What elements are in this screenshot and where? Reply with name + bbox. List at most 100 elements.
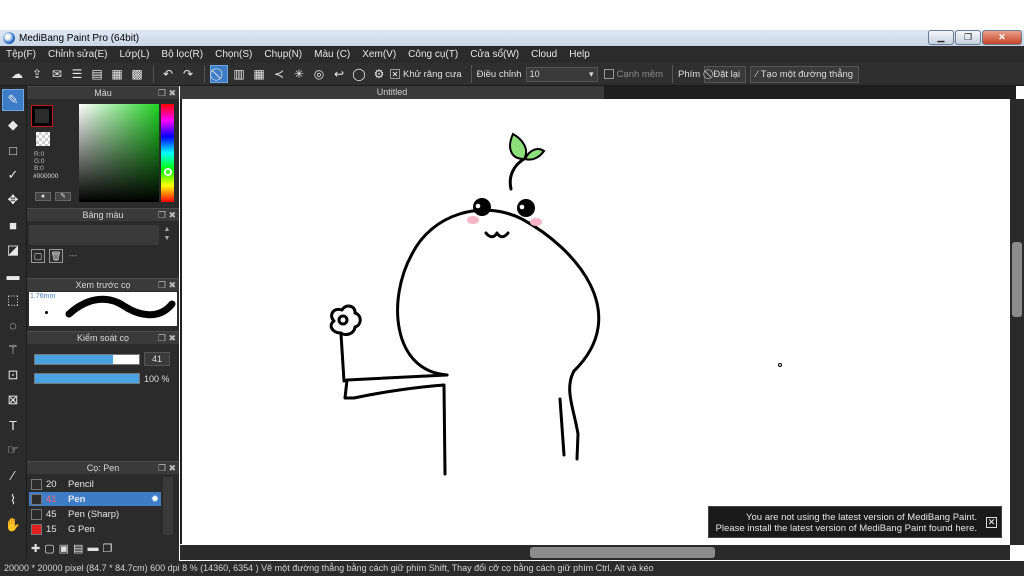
fill-rect-tool-icon[interactable]: ■ xyxy=(2,214,24,236)
menu-select[interactable]: Chọn(S) xyxy=(215,49,252,60)
brush-size-value[interactable]: 41 xyxy=(144,352,170,366)
message-icon[interactable]: ☰ xyxy=(68,65,86,83)
perspective-snap-icon[interactable]: ≺ xyxy=(270,65,288,83)
brush-list-item[interactable]: 15 G Pen xyxy=(29,522,161,536)
color-mode-button-2[interactable]: ✎ xyxy=(55,192,71,201)
brush-list-item[interactable]: 20 Pencil xyxy=(29,477,161,491)
menu-layer[interactable]: Lớp(L) xyxy=(120,49,150,60)
curve-snap-icon[interactable]: ↩ xyxy=(330,65,348,83)
update-notice[interactable]: You are not using the latest version of … xyxy=(708,506,1002,538)
soft-edge-checkbox[interactable] xyxy=(603,69,614,79)
menu-color[interactable]: Màu (C) xyxy=(314,49,350,60)
menu-window[interactable]: Cửa sổ(W) xyxy=(470,49,519,60)
brush-options-icon[interactable]: ▣ xyxy=(59,542,69,555)
undo-icon[interactable]: ↶ xyxy=(159,65,177,83)
divide-tool-icon[interactable]: ⁄ xyxy=(2,464,24,486)
gradient-tool-icon[interactable]: ▬ xyxy=(2,264,24,286)
horizontal-scrollbar[interactable] xyxy=(180,545,1010,560)
vertical-scrollbar[interactable] xyxy=(1010,99,1024,545)
palette-scroll-arrows[interactable]: ▲ ▼ xyxy=(161,225,173,245)
panel-window-icons[interactable]: ❐ ✖ xyxy=(158,209,176,221)
brush-list-item[interactable]: 45 Pen (Sharp) xyxy=(29,507,161,521)
reset-button-label: Đặt lại xyxy=(713,68,741,80)
background-color-swatch[interactable] xyxy=(36,132,50,146)
folder-icon[interactable]: ▬ xyxy=(87,542,98,554)
saturation-value-picker[interactable] xyxy=(79,104,159,202)
move-tool-icon[interactable]: ✥ xyxy=(2,189,24,211)
create-line-button[interactable]: ⁄ Tạo một đường thẳng xyxy=(750,65,860,83)
grid-snap-icon[interactable]: ▦ xyxy=(250,65,268,83)
panel-window-icons[interactable]: ❐ ✖ xyxy=(158,332,176,344)
comment-icon[interactable]: ✉ xyxy=(48,65,66,83)
snap-off-icon[interactable]: ⃠ xyxy=(210,65,228,83)
circle-snap-icon[interactable]: ◯ xyxy=(350,65,368,83)
lasso-tool-icon[interactable]: ◌ xyxy=(2,314,24,336)
brush-size-slider[interactable] xyxy=(34,354,140,365)
antialias-checkbox[interactable]: ✕ xyxy=(390,69,400,79)
concentric-snap-icon[interactable]: ◎ xyxy=(310,65,328,83)
vertical-scrollbar-thumb[interactable] xyxy=(1012,242,1022,317)
trash-icon[interactable]: 🗑 xyxy=(49,249,63,263)
grid-icon[interactable]: ▩ xyxy=(128,65,146,83)
new-brush-icon[interactable]: ▢ xyxy=(44,542,54,555)
brush-list-scrollbar[interactable] xyxy=(163,477,173,535)
add-brush-icon[interactable]: ✚ xyxy=(31,542,40,555)
drawing-canvas[interactable] xyxy=(182,99,1014,544)
radial-snap-icon[interactable]: ✳ xyxy=(290,65,308,83)
dot-tool-icon[interactable]: ✓ xyxy=(2,164,24,186)
brush-size-slider-fill xyxy=(35,355,113,364)
text-tool-icon[interactable]: T xyxy=(2,414,24,436)
hue-slider[interactable] xyxy=(161,104,174,202)
rectangle-tool-icon[interactable]: □ xyxy=(2,139,24,161)
panel-window-icons[interactable]: ❐ ✖ xyxy=(158,279,176,291)
palette-swatch-area[interactable] xyxy=(29,225,159,245)
foreground-color-swatch[interactable] xyxy=(31,105,53,127)
close-window-button[interactable]: ✕ xyxy=(982,30,1022,45)
cloud-upload-icon[interactable]: ☁ xyxy=(8,65,26,83)
new-palette-icon[interactable]: ▢ xyxy=(31,249,45,263)
app-root: MediBang Paint Pro (64bit) ▁ ❐ ✕ Tệp(F) … xyxy=(0,0,1024,576)
menu-cloud[interactable]: Cloud xyxy=(531,49,557,60)
menu-filter[interactable]: Bộ lọc(R) xyxy=(161,49,203,60)
hand-tool-icon[interactable]: ✋ xyxy=(2,514,24,536)
eraser-tool-icon[interactable]: ◆ xyxy=(2,114,24,136)
brush-list-panel-title: Cọ: Pen xyxy=(86,463,120,473)
document-icon[interactable]: ▤ xyxy=(88,65,106,83)
select-pen-tool-icon[interactable]: ⊡ xyxy=(2,364,24,386)
notice-close-icon[interactable]: ✕ xyxy=(986,517,997,528)
operation-tool-icon[interactable]: ☞ xyxy=(2,439,24,461)
brush-copy-icon[interactable]: ▤ xyxy=(73,542,83,555)
horizontal-scrollbar-thumb[interactable] xyxy=(530,547,715,558)
hue-slider-handle[interactable] xyxy=(164,168,172,176)
menu-view[interactable]: Xem(V) xyxy=(362,49,396,60)
tool-palette: ✎ ◆ □ ✓ ✥ ■ ◪ ▬ ⬚ ◌ ⚚ ⊡ ⊠ T ☞ ⁄ ⌇ ✋ xyxy=(0,86,27,561)
brush-list-item[interactable]: 41 Pen ✹ xyxy=(29,492,161,506)
select-eraser-tool-icon[interactable]: ⊠ xyxy=(2,389,24,411)
snap-settings-icon[interactable]: ⚙ xyxy=(370,65,388,83)
adjust-select[interactable]: 10 ▾ xyxy=(525,66,598,82)
brush-tool-icon[interactable]: ✎ xyxy=(2,89,24,111)
duplicate-icon[interactable]: ❐ xyxy=(102,542,112,555)
panel-icon[interactable]: ▦ xyxy=(108,65,126,83)
reset-button[interactable]: ⃠ Đặt lại xyxy=(704,65,747,83)
color-mode-button-1[interactable]: ● xyxy=(35,192,51,201)
gear-icon[interactable]: ✹ xyxy=(151,494,159,505)
menu-edit[interactable]: Chỉnh sửa(E) xyxy=(48,49,108,60)
panel-window-icons[interactable]: ❐ ✖ xyxy=(158,462,176,474)
redo-icon[interactable]: ↷ xyxy=(179,65,197,83)
panel-window-icons[interactable]: ❐ ✖ xyxy=(158,87,176,99)
menu-tools[interactable]: Công cụ(T) xyxy=(408,49,458,60)
menu-file[interactable]: Tệp(F) xyxy=(6,49,36,60)
eyedropper-tool-icon[interactable]: ⌇ xyxy=(2,489,24,511)
menu-snap[interactable]: Chụp(N) xyxy=(264,49,302,60)
menu-help[interactable]: Help xyxy=(569,49,590,60)
share-icon[interactable]: ⇪ xyxy=(28,65,46,83)
bucket-tool-icon[interactable]: ◪ xyxy=(2,239,24,261)
maximize-button[interactable]: ❐ xyxy=(955,30,981,45)
brush-opacity-slider[interactable] xyxy=(34,373,140,384)
magic-wand-tool-icon[interactable]: ⚚ xyxy=(2,339,24,361)
minimize-button[interactable]: ▁ xyxy=(928,30,954,45)
document-tab[interactable]: Untitled xyxy=(180,86,604,99)
parallel-snap-icon[interactable]: ▥ xyxy=(230,65,248,83)
select-tool-icon[interactable]: ⬚ xyxy=(2,289,24,311)
